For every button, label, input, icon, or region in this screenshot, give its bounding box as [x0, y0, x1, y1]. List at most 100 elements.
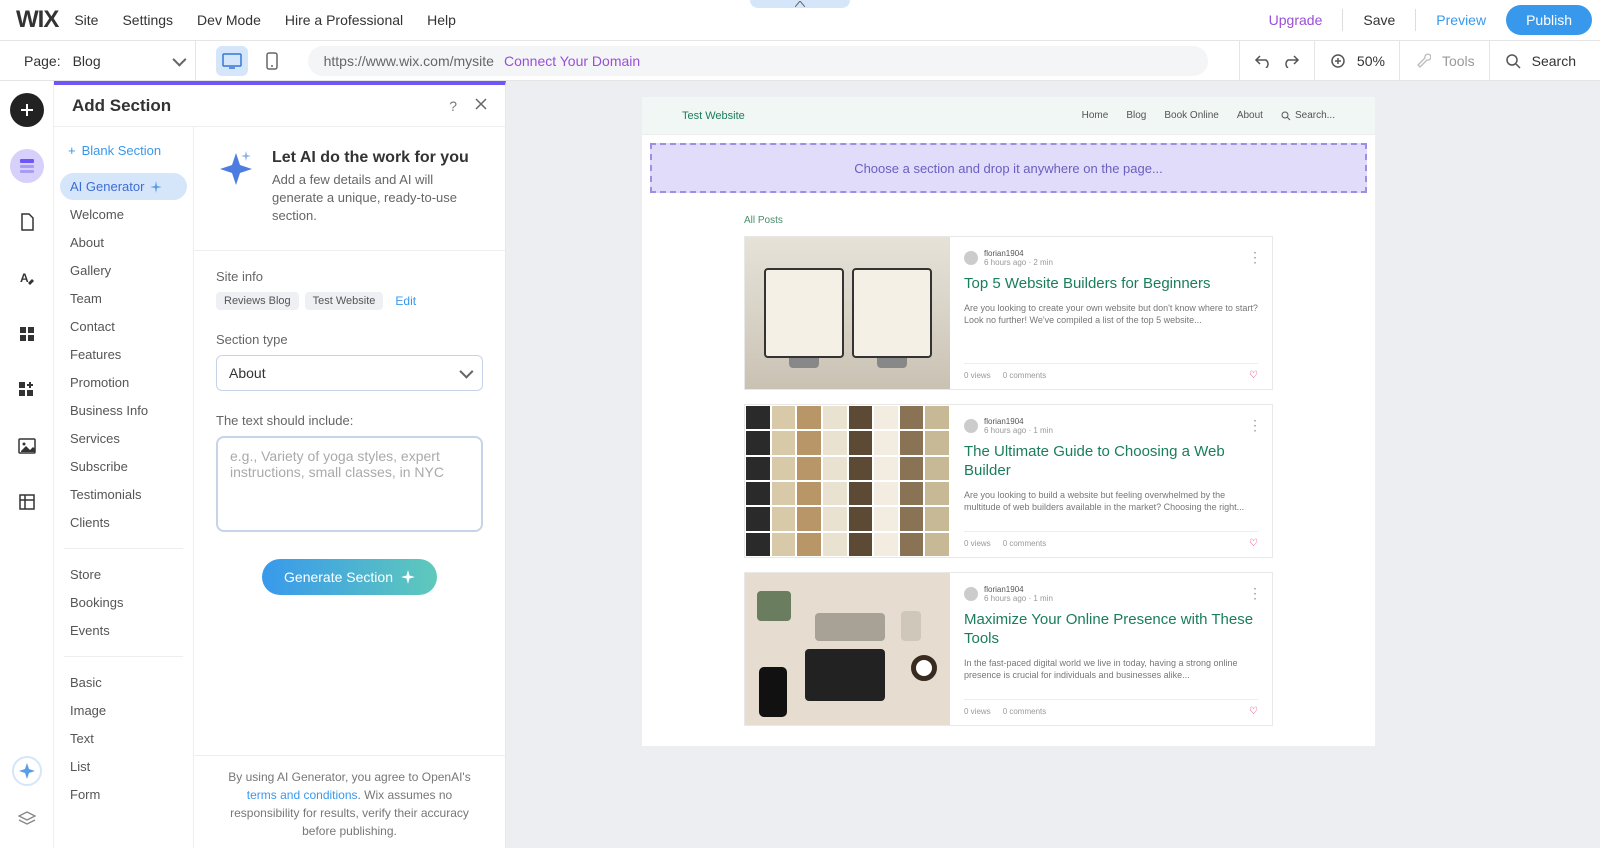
menu-devmode[interactable]: Dev Mode	[197, 12, 261, 28]
terms-link[interactable]: terms and conditions	[247, 788, 358, 802]
blank-section-button[interactable]: + Blank Section	[60, 137, 187, 172]
panel-header: Add Section ?	[54, 85, 505, 127]
site-title[interactable]: Test Website	[682, 110, 745, 122]
site-search[interactable]: Search...	[1281, 110, 1335, 121]
post-card[interactable]: florian19046 hours ago · 1 min ⋮ The Ult…	[744, 404, 1273, 558]
url-text: https://www.wix.com/mysite	[324, 53, 494, 69]
search-group[interactable]: Search	[1489, 41, 1590, 81]
nav-item-team[interactable]: Team	[60, 285, 187, 312]
nav-item-form[interactable]: Form	[60, 781, 187, 808]
sections-button[interactable]	[10, 149, 44, 183]
add-button[interactable]	[10, 93, 44, 127]
nav-item-promotion[interactable]: Promotion	[60, 369, 187, 396]
nav-item-basic[interactable]: Basic	[60, 669, 187, 696]
site-nav: Home Blog Book Online About Search...	[1082, 110, 1335, 121]
search-placeholder: Search...	[1295, 110, 1335, 121]
upgrade-link[interactable]: Upgrade	[1269, 12, 1323, 28]
zoom-group[interactable]: 50%	[1314, 41, 1399, 81]
cms-button[interactable]	[10, 485, 44, 519]
section-type-label: Section type	[216, 332, 483, 347]
heart-icon[interactable]: ♡	[1249, 706, 1258, 717]
nav-blog[interactable]: Blog	[1126, 110, 1146, 121]
dropzone-text: Choose a section and drop it anywhere on…	[854, 161, 1163, 176]
nav-item-subscribe[interactable]: Subscribe	[60, 453, 187, 480]
edit-site-info-link[interactable]: Edit	[395, 294, 416, 308]
zoom-icon	[1329, 52, 1347, 70]
post-menu-icon[interactable]: ⋮	[1248, 417, 1262, 434]
menu-site[interactable]: Site	[74, 12, 98, 28]
text-include-input[interactable]	[216, 436, 483, 532]
apps-button[interactable]	[10, 317, 44, 351]
menu-hire[interactable]: Hire a Professional	[285, 12, 403, 28]
desktop-view-button[interactable]	[216, 46, 248, 76]
post-comments: 0 comments	[1003, 371, 1047, 380]
ai-hero: Let AI do the work for you Add a few det…	[194, 127, 505, 251]
post-views: 0 views	[964, 539, 991, 548]
url-bar[interactable]: https://www.wix.com/mysite Connect Your …	[308, 46, 1208, 76]
layers-button[interactable]	[10, 802, 44, 836]
post-title[interactable]: The Ultimate Guide to Choosing a Web Bui…	[964, 443, 1258, 481]
nav-item-label: About	[70, 235, 104, 250]
nav-item-clients[interactable]: Clients	[60, 509, 187, 536]
section-type-select[interactable]: About	[216, 355, 483, 391]
page-selector[interactable]: Blog	[73, 53, 183, 69]
nav-item-label: Store	[70, 567, 101, 582]
post-title[interactable]: Top 5 Website Builders for Beginners	[964, 275, 1258, 294]
wix-logo[interactable]: WIX	[16, 6, 58, 34]
nav-item-contact[interactable]: Contact	[60, 313, 187, 340]
heart-icon[interactable]: ♡	[1249, 370, 1258, 381]
post-menu-icon[interactable]: ⋮	[1248, 249, 1262, 266]
canvas[interactable]: Test Website Home Blog Book Online About…	[506, 81, 1600, 848]
nav-item-text[interactable]: Text	[60, 725, 187, 752]
nav-about[interactable]: About	[1237, 110, 1263, 121]
tools-icon	[1414, 52, 1432, 70]
nav-book[interactable]: Book Online	[1164, 110, 1218, 121]
nav-item-store[interactable]: Store	[60, 561, 187, 588]
generate-section-button[interactable]: Generate Section	[262, 559, 437, 595]
preview-button[interactable]: Preview	[1436, 12, 1486, 28]
nav-item-about[interactable]: About	[60, 229, 187, 256]
undo-icon[interactable]	[1254, 52, 1272, 70]
nav-item-events[interactable]: Events	[60, 617, 187, 644]
post-card[interactable]: florian19046 hours ago · 2 min ⋮ Top 5 W…	[744, 236, 1273, 390]
post-menu-icon[interactable]: ⋮	[1248, 585, 1262, 602]
dropzone[interactable]: Choose a section and drop it anywhere on…	[650, 143, 1367, 193]
post-footer: 0 views 0 comments ♡	[964, 363, 1258, 381]
pages-button[interactable]	[10, 205, 44, 239]
mobile-view-button[interactable]	[256, 46, 288, 76]
nav-home[interactable]: Home	[1082, 110, 1109, 121]
nav-item-services[interactable]: Services	[60, 425, 187, 452]
menu-help[interactable]: Help	[427, 12, 456, 28]
media-button[interactable]	[10, 429, 44, 463]
connect-domain-link[interactable]: Connect Your Domain	[504, 53, 640, 69]
menubar-divider	[1342, 9, 1343, 31]
nav-divider	[64, 548, 183, 549]
nav-item-features[interactable]: Features	[60, 341, 187, 368]
menu-settings[interactable]: Settings	[122, 12, 173, 28]
app-market-button[interactable]	[10, 373, 44, 407]
nav-item-list[interactable]: List	[60, 753, 187, 780]
nav-item-welcome[interactable]: Welcome	[60, 201, 187, 228]
nav-divider	[64, 656, 183, 657]
close-icon[interactable]	[475, 98, 487, 114]
post-title[interactable]: Maximize Your Online Presence with These…	[964, 611, 1258, 649]
ai-assistant-button[interactable]	[12, 756, 42, 786]
nav-item-ai-generator[interactable]: AI Generator	[60, 173, 187, 200]
nav-item-bookings[interactable]: Bookings	[60, 589, 187, 616]
nav-item-testimonials[interactable]: Testimonials	[60, 481, 187, 508]
post-card[interactable]: florian19046 hours ago · 1 min ⋮ Maximiz…	[744, 572, 1273, 726]
disclaimer: By using AI Generator, you agree to Open…	[194, 755, 505, 848]
theme-button[interactable]: A	[10, 261, 44, 295]
nav-item-gallery[interactable]: Gallery	[60, 257, 187, 284]
all-posts-label[interactable]: All Posts	[642, 207, 1375, 236]
save-button[interactable]: Save	[1363, 12, 1395, 28]
heart-icon[interactable]: ♡	[1249, 538, 1258, 549]
redo-icon[interactable]	[1282, 52, 1300, 70]
help-icon[interactable]: ?	[449, 98, 457, 114]
tools-group[interactable]: Tools	[1399, 41, 1489, 81]
nav-item-business-info[interactable]: Business Info	[60, 397, 187, 424]
post-excerpt: In the fast-paced digital world we live …	[964, 657, 1258, 682]
publish-button[interactable]: Publish	[1506, 5, 1592, 35]
nav-item-image[interactable]: Image	[60, 697, 187, 724]
top-tab-handle[interactable]	[750, 0, 850, 8]
